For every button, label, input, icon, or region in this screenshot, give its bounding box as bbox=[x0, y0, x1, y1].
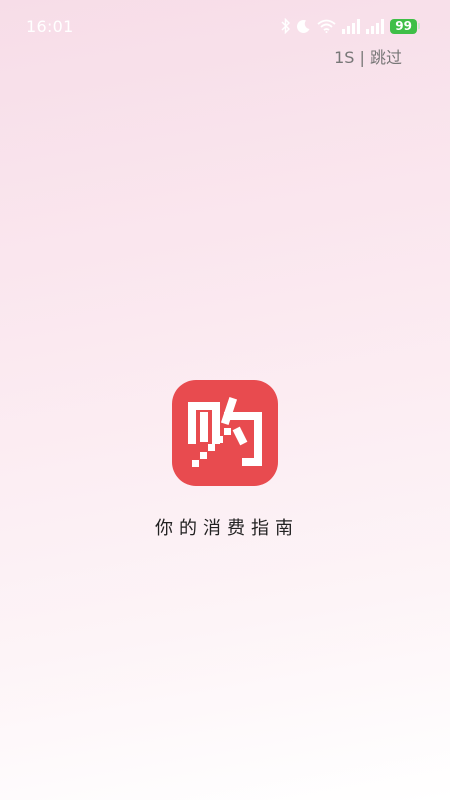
skip-button[interactable]: 1S | 跳过 bbox=[334, 44, 402, 68]
wifi-icon bbox=[317, 19, 336, 33]
moon-icon bbox=[297, 19, 310, 33]
skip-separator: | bbox=[354, 48, 370, 67]
status-time: 16:01 bbox=[26, 17, 74, 36]
bluetooth-icon bbox=[281, 18, 291, 34]
battery-tip bbox=[418, 23, 420, 29]
status-icons: 99 bbox=[281, 16, 420, 36]
app-logo bbox=[172, 380, 278, 486]
shopping-logo-icon bbox=[188, 396, 262, 467]
app-slogan: 你的消费指南 bbox=[155, 518, 299, 539]
battery-icon: 99 bbox=[390, 18, 420, 34]
battery-level: 99 bbox=[390, 18, 417, 34]
skip-countdown: 1S bbox=[334, 48, 355, 67]
signal-icon bbox=[342, 18, 361, 34]
skip-label: 跳过 bbox=[369, 48, 402, 67]
signal-icon bbox=[366, 18, 385, 34]
